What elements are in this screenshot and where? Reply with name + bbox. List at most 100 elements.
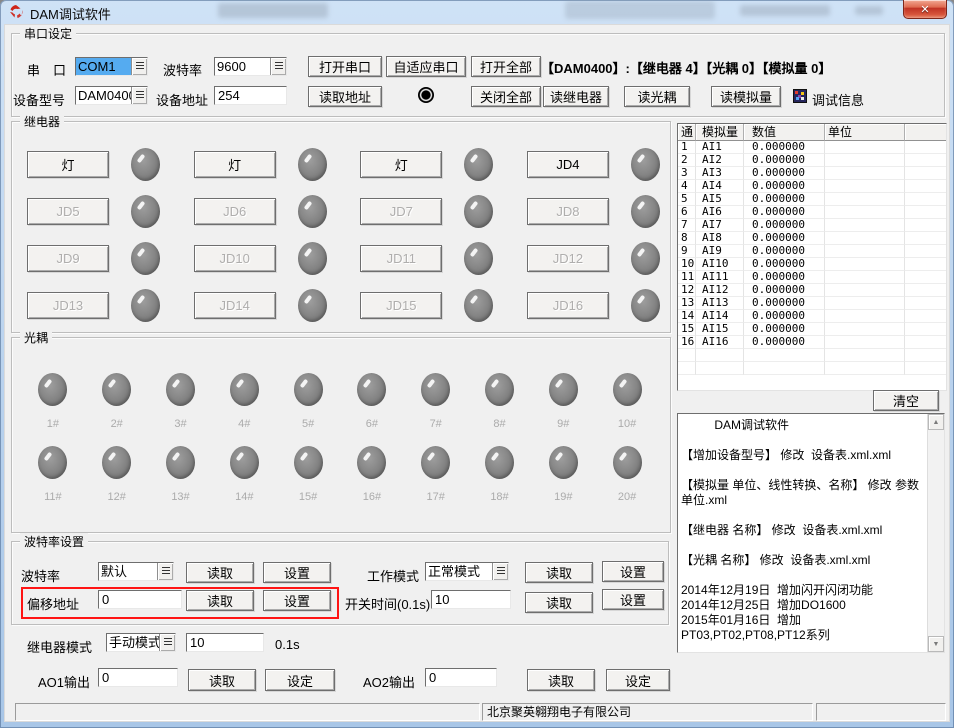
scroll-up-icon[interactable]: ▲ [928,414,944,430]
baud-setting-combobox[interactable]: 默认 [98,562,174,581]
table-row[interactable]: 5 AI5 0.000000 [678,193,946,206]
open-all-button[interactable]: 打开全部 [471,56,541,77]
baud-set-button[interactable]: 设置 [263,562,331,583]
table-row[interactable]: 3 AI3 0.000000 [678,167,946,180]
table-row[interactable]: 1 AI1 0.000000 [678,141,946,154]
relay-button[interactable]: JD12 [527,245,609,272]
relay-button[interactable]: JD15 [360,292,442,319]
relay-button[interactable]: JD8 [527,198,609,225]
opto-channel-label: 5# [302,418,314,430]
switch-time-set-button[interactable]: 设置 [602,589,664,610]
relay-button[interactable]: JD7 [360,198,442,225]
col-header-value[interactable]: 数值 [744,124,825,141]
work-mode-read-button[interactable]: 读取 [525,562,593,583]
table-row[interactable]: 2 AI2 0.000000 [678,154,946,167]
table-row[interactable]: 9 AI9 0.000000 [678,245,946,258]
baud-combobox[interactable]: 9600 [214,57,287,76]
relay-button[interactable]: JD14 [194,292,276,319]
opto-cell: 17# [404,446,468,503]
ao2-read-button[interactable]: 读取 [527,669,595,691]
read-opto-button[interactable]: 读光耦 [624,86,690,107]
baud-dropdown-icon[interactable] [270,58,286,75]
model-dropdown-icon[interactable] [131,87,147,104]
table-row[interactable]: 15 AI15 0.000000 [678,323,946,336]
info-panel[interactable]: DAM调试软件 【增加设备型号】 修改 设备表.xml.xml 【模拟量 单位、… [677,413,945,653]
work-mode-set-button[interactable]: 设置 [602,561,664,582]
offset-read-button[interactable]: 读取 [186,590,254,611]
clear-button[interactable]: 清空 [873,390,939,411]
opto-led-indicator [294,373,323,406]
relay-button[interactable]: 灯 [194,151,276,178]
relay-button[interactable]: 灯 [360,151,442,178]
opto-led-indicator [38,373,67,406]
open-port-button[interactable]: 打开串口 [308,56,382,77]
relay-cell: JD11 [360,241,494,275]
relay-led-indicator [464,289,493,322]
baud-label: 波特率 [163,60,202,79]
col-header-channel[interactable]: 通 [678,124,696,141]
switch-time-read-button[interactable]: 读取 [525,592,593,613]
model-combobox[interactable]: DAM0400 [75,86,148,105]
baud-read-button[interactable]: 读取 [186,562,254,583]
relay-button[interactable]: JD10 [194,245,276,272]
ao1-read-button[interactable]: 读取 [188,669,256,691]
switch-time-input[interactable] [431,590,511,609]
table-row[interactable]: 16 AI16 0.000000 [678,336,946,349]
table-row[interactable]: 13 AI13 0.000000 [678,297,946,310]
close-button[interactable]: ✕ [903,0,947,19]
baud-setting-dropdown-icon[interactable] [157,563,173,580]
close-all-button[interactable]: 关闭全部 [471,86,541,107]
relay-button[interactable]: 灯 [27,151,109,178]
info-scrollbar[interactable]: ▲ ▼ [927,414,944,652]
port-combobox[interactable]: COM1 [75,57,148,76]
opto-cell: 12# [85,446,149,503]
table-row[interactable]: 11 AI11 0.000000 [678,271,946,284]
work-mode-combobox[interactable]: 正常模式 [425,562,509,581]
table-row[interactable] [678,362,946,375]
app-logo-icon [8,4,24,20]
table-row[interactable]: 7 AI7 0.000000 [678,219,946,232]
table-row[interactable]: 12 AI12 0.000000 [678,284,946,297]
offset-set-button[interactable]: 设置 [263,590,331,611]
scroll-down-icon[interactable]: ▼ [928,636,944,652]
ao2-set-button[interactable]: 设定 [606,669,670,691]
relay-cell: 灯 [360,147,494,181]
group-relay-label: 继电器 [20,113,64,130]
table-row[interactable]: 6 AI6 0.000000 [678,206,946,219]
relay-button[interactable]: JD5 [27,198,109,225]
offset-addr-input[interactable] [98,590,182,609]
relay-button[interactable]: JD4 [527,151,609,178]
read-relay-button[interactable]: 读继电器 [543,86,609,107]
table-row[interactable]: 10 AI10 0.000000 [678,258,946,271]
port-dropdown-icon[interactable] [131,58,147,75]
table-row[interactable]: 14 AI14 0.000000 [678,310,946,323]
relay-mode-dropdown-icon[interactable] [159,634,175,651]
relay-button[interactable]: JD16 [527,292,609,319]
relay-button[interactable]: JD6 [194,198,276,225]
read-analog-button[interactable]: 读模拟量 [711,86,781,107]
device-addr-input[interactable] [214,86,287,105]
relay-button[interactable]: JD11 [360,245,442,272]
analog-table-header: 通 模拟量 数值 单位 [678,124,946,141]
work-mode-dropdown-icon[interactable] [492,563,508,580]
relay-button[interactable]: JD13 [27,292,109,319]
debug-info-label[interactable]: 调试信息 [812,90,864,109]
relay-led-indicator [631,195,660,228]
table-row[interactable]: 4 AI4 0.000000 [678,180,946,193]
table-row[interactable]: 8 AI8 0.000000 [678,232,946,245]
ao1-set-button[interactable]: 设定 [265,669,335,691]
titlebar[interactable]: DAM调试软件 ✕ [0,0,954,24]
read-addr-button[interactable]: 读取地址 [308,86,382,107]
relay-time-input[interactable] [186,633,264,652]
relay-button[interactable]: JD9 [27,245,109,272]
ao1-input[interactable] [98,668,178,687]
opto-channel-label: 8# [493,418,505,430]
relay-led-indicator [298,242,327,275]
ao2-input[interactable] [425,668,497,687]
col-header-analog[interactable]: 模拟量 [696,124,744,141]
col-header-unit[interactable]: 单位 [825,124,905,141]
auto-port-button[interactable]: 自适应串口 [386,56,466,77]
relay-mode-combobox[interactable]: 手动模式 [106,633,176,652]
table-row[interactable] [678,349,946,362]
opto-channel-label: 2# [111,418,123,430]
